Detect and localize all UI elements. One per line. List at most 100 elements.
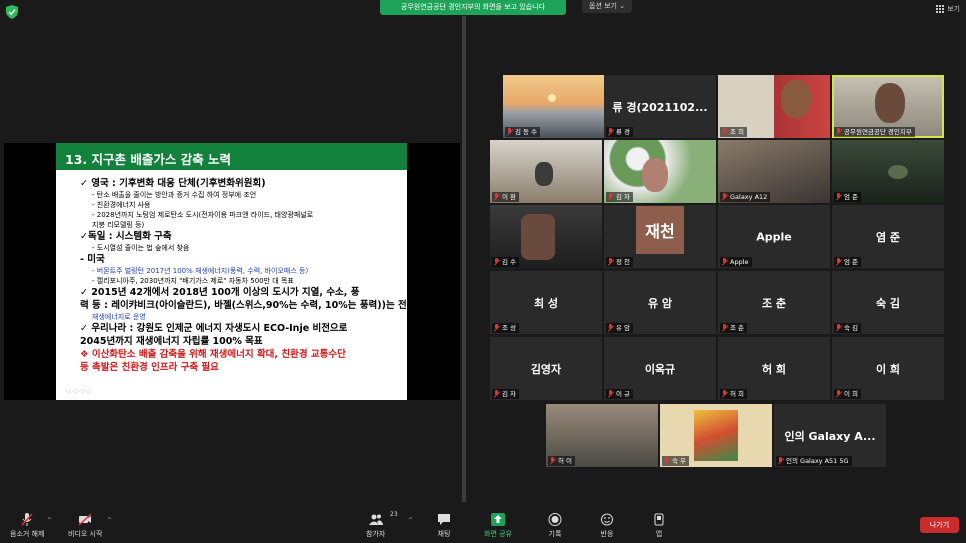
- slide-line: - 2028년까지 노팅엄 제로탄소 도시(전자이용 파크앤 라이드, 태양광패…: [92, 211, 314, 219]
- split-divider[interactable]: [462, 16, 466, 502]
- participant-tile[interactable]: 염 준엄 준: [832, 205, 944, 268]
- participant-name-tag: 조 춘: [720, 323, 748, 333]
- muted-mic-icon: [607, 390, 614, 398]
- participant-tile[interactable]: 허 희허 희: [718, 337, 830, 400]
- meeting-toolbar: 음소거 해제 ^ 비디오 시작 ^ 참가자 23 ^ 채팅 화면 공유 기록 반…: [0, 503, 966, 543]
- participant-name-tag: 유 암: [606, 323, 634, 333]
- participant-tile[interactable]: 이옥규이 규: [604, 337, 716, 400]
- participant-display-name: 숙 김: [875, 296, 901, 310]
- participant-name-label: 김 동 수: [515, 128, 538, 136]
- participant-name-tag: Galaxy A12: [720, 192, 771, 202]
- slide-line: - 미국: [80, 254, 105, 265]
- muted-mic-icon: [835, 128, 842, 136]
- participant-tile[interactable]: 재천 정 천: [604, 205, 716, 268]
- muted-mic-icon: [835, 324, 842, 332]
- participant-tile[interactable]: Galaxy A12: [718, 140, 830, 203]
- participant-name-tag: 조 성: [492, 323, 520, 333]
- slide-line: ✓ 우리나라 : 강원도 인제군 에너지 자생도시 ECO-Inje 비전으로: [80, 323, 348, 334]
- view-options-button[interactable]: 옵션 보기 ⌄: [582, 0, 633, 13]
- participant-name-label: 숙 김: [844, 324, 859, 332]
- slide-line: 2045년까지 재생에너지 자립률 100% 목표: [80, 336, 263, 347]
- participant-name-tag: 이 환: [492, 192, 520, 202]
- leave-meeting-button[interactable]: 나가기: [920, 517, 959, 533]
- gallery-view-label: 보기: [947, 5, 960, 13]
- participant-name-label: 이 규: [616, 390, 631, 398]
- muted-mic-icon: [835, 258, 842, 266]
- slide-line: 지붕 리모델링 등): [92, 221, 145, 229]
- participant-count: 23: [390, 511, 398, 518]
- record-button[interactable]: 기록: [548, 513, 562, 539]
- muted-mic-icon: [721, 390, 728, 398]
- participant-name-label: 허 희: [730, 390, 745, 398]
- apps-icon: [654, 513, 664, 526]
- video-options-caret[interactable]: ^: [107, 517, 112, 524]
- participant-tile[interactable]: 엄 준: [832, 140, 944, 203]
- participant-name-tag: 숙 김: [834, 323, 862, 333]
- zoom-meeting-window: 공무원연금공단 경인지부의 화면을 보고 있습니다 옵션 보기 ⌄ 보기 13.…: [0, 0, 966, 543]
- slide-line: - 도시열섬 줄이는 법 숲에서 찾음: [92, 244, 190, 252]
- mute-options-caret[interactable]: ^: [47, 517, 52, 524]
- participant-name-tag: 이 희: [834, 389, 862, 399]
- video-off-icon: [78, 513, 92, 526]
- chevron-down-icon: ⌄: [619, 2, 626, 10]
- participant-name-tag: 정 천: [606, 257, 634, 267]
- participant-tile[interactable]: 김 수: [490, 205, 602, 268]
- participant-name-label: 조 춘: [730, 324, 745, 332]
- participant-name-label: Apple: [730, 258, 749, 266]
- slide-controls[interactable]: ◁ ◁ ◁ ◁: [66, 388, 90, 395]
- participant-tile[interactable]: 숙 우: [660, 404, 772, 467]
- slide-right-margin: [407, 143, 460, 400]
- share-screen-button[interactable]: 화면 공유: [484, 513, 512, 539]
- muted-mic-icon: [721, 193, 728, 201]
- slide-line: ❖ 이산화탄소 배출 감축을 위해 재생에너지 확대, 친환경 교통수단: [80, 349, 346, 360]
- participant-display-name: 유 암: [647, 296, 673, 310]
- participant-tile[interactable]: 이 희이 희: [832, 337, 944, 400]
- participant-name-label: 인의 Galaxy A51 5G: [786, 457, 849, 465]
- slide-line: 력 등 : 레이캬비크(아이슬란드), 바젤(스위스,90%는 수력, 10%는…: [80, 300, 410, 311]
- participant-name-label: 공무원연금공단 경인지부: [844, 128, 912, 136]
- participant-name-label: 이 희: [844, 390, 859, 398]
- participant-name-tag: 조 희: [720, 127, 748, 137]
- share-label: 화면 공유: [484, 530, 512, 538]
- participant-tile[interactable]: 허 이: [546, 404, 658, 467]
- slide-line: - 버몬트주 벌링턴 2017년 100% 재생에너지(풍력, 수력, 바이오매…: [92, 267, 309, 275]
- mute-button[interactable]: 음소거 해제: [10, 513, 44, 539]
- reactions-button[interactable]: 반응: [600, 513, 614, 539]
- shield-icon[interactable]: [6, 5, 18, 19]
- participants-button[interactable]: 참가자: [366, 513, 385, 539]
- slide-line: - 친환경에너지 사용: [92, 201, 151, 209]
- participant-tile[interactable]: 공무원연금공단 경인지부: [832, 75, 944, 138]
- participant-tile[interactable]: 김 자: [604, 140, 716, 203]
- participant-name-label: 숙 우: [672, 457, 687, 465]
- participant-tile[interactable]: 조 춘조 춘: [718, 271, 830, 334]
- slide-line: - 캘리포니아주, 2030년까지 "배기가스 제로" 자동차 500만 대 목…: [92, 277, 294, 285]
- participants-options-caret[interactable]: ^: [408, 517, 413, 524]
- muted-mic-icon: [493, 193, 500, 201]
- participant-tile[interactable]: 김 동 수: [503, 75, 615, 138]
- participant-tile[interactable]: 인의 Galaxy A... 인의 Galaxy A51 5G: [774, 404, 886, 467]
- participants-icon: [368, 514, 383, 525]
- participant-tile[interactable]: 이 환: [490, 140, 602, 203]
- participant-display-name: 이옥규: [644, 362, 676, 376]
- participant-tile[interactable]: 숙 김숙 김: [832, 271, 944, 334]
- shared-screen-slide: 13. 지구촌 배출가스 감축 노력 ✓ 영국 : 기후변화 대응 단체(기후변…: [4, 143, 460, 400]
- participant-name-label: 정 천: [616, 258, 631, 266]
- video-button[interactable]: 비디오 시작: [68, 513, 102, 539]
- view-options-label: 옵션 보기: [589, 2, 617, 10]
- participant-tile[interactable]: 김영자 김 자: [490, 337, 602, 400]
- participant-tile[interactable]: 류 경(2021102... 류 경: [604, 75, 716, 138]
- participant-tile[interactable]: 최 성조 성: [490, 271, 602, 334]
- participant-display-name: 인의 Galaxy A...: [784, 429, 876, 443]
- participant-tile[interactable]: 조 희: [718, 75, 830, 138]
- participant-tile[interactable]: 유 암유 암: [604, 271, 716, 334]
- slide-title: 13. 지구촌 배출가스 감축 노력: [65, 152, 232, 167]
- gallery-view-button[interactable]: 보기: [936, 4, 960, 14]
- participant-tile[interactable]: Apple Apple: [718, 205, 830, 268]
- chat-button[interactable]: 채팅: [437, 513, 451, 539]
- apps-button[interactable]: 앱: [652, 513, 666, 539]
- participant-name-label: 유 암: [616, 324, 631, 332]
- participant-name-tag: 류 경: [606, 127, 634, 137]
- reactions-label: 반응: [600, 530, 614, 538]
- participant-name-tag: 김 자: [606, 192, 634, 202]
- muted-mic-icon: [777, 457, 784, 465]
